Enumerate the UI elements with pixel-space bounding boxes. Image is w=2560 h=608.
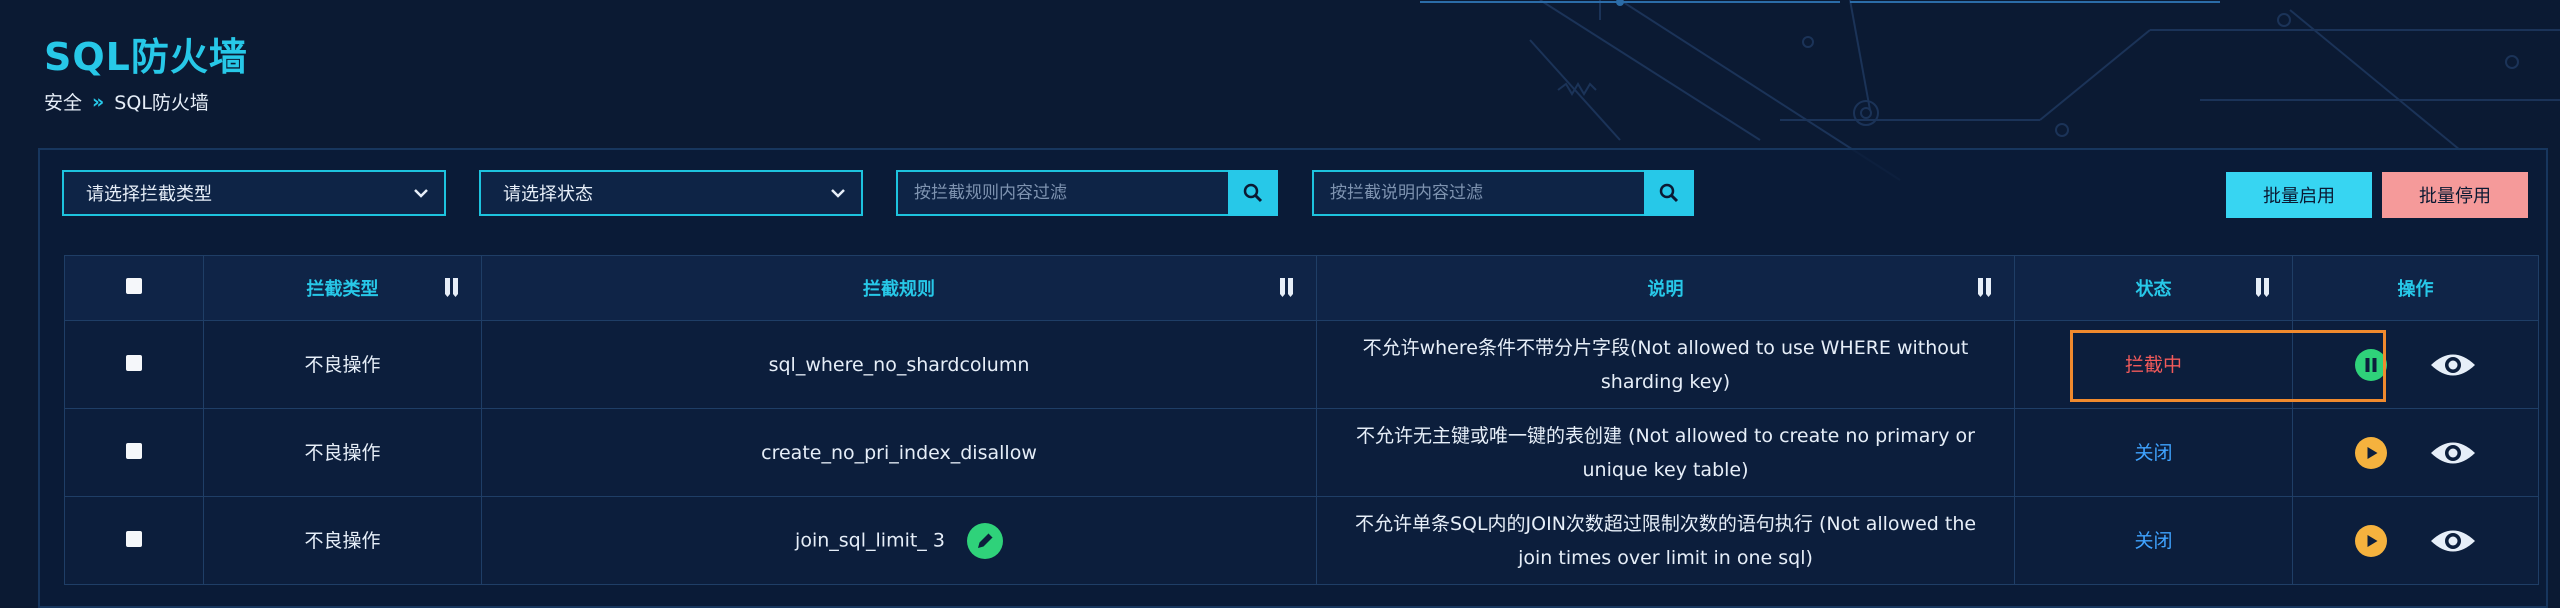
rule-text: sql_where_no_shardcolumn [768,353,1030,376]
desc-search-button[interactable] [1644,170,1694,216]
search-icon [1659,183,1679,203]
column-header-rule-label: 拦截规则 [863,279,935,300]
column-header-rule: 拦截规则 [481,255,1317,321]
page-title: SQL防火墙 [44,35,248,79]
column-header-status: 状态 [2014,255,2293,321]
play-icon[interactable] [2354,524,2387,557]
row-select-cell [64,320,204,409]
breadcrumb-parent[interactable]: 安全 [44,88,82,115]
batch-disable-button[interactable]: 批量停用 [2382,172,2528,218]
desc-search-field [1312,170,1650,216]
rule-search-button[interactable] [1228,170,1278,216]
eye-icon[interactable] [2429,438,2477,468]
rules-table: 拦截类型 拦截规则 说明 状态 操作 不良操作 sql_where_no_sha… [64,255,2539,585]
op-cell [2292,320,2539,409]
rule-cell: join_sql_limit_ 3 [481,496,1317,585]
eye-icon[interactable] [2429,350,2477,380]
sort-icon[interactable] [2254,276,2272,298]
edit-pencil-icon[interactable] [966,522,1003,559]
table-row: 不良操作 join_sql_limit_ 3 不允许单条SQL内的JOIN次数超… [64,496,2539,585]
type-cell: 不良操作 [203,496,482,585]
chevron-down-icon [829,182,847,209]
breadcrumb-separator: » [92,90,105,113]
type-select[interactable]: 请选择拦截类型 [62,170,446,216]
row-checkbox[interactable] [126,530,142,547]
column-header-op-label: 操作 [2397,279,2434,300]
sort-icon[interactable] [1278,276,1296,298]
column-header-op: 操作 [2292,255,2539,321]
eye-icon[interactable] [2429,526,2477,556]
table-row: 不良操作 sql_where_no_shardcolumn 不允许where条件… [64,320,2539,409]
desc-cell: 不允许where条件不带分片字段(Not allowed to use WHER… [1316,320,2015,409]
pause-icon[interactable] [2354,348,2387,381]
status-cell: 关闭 [2014,408,2293,497]
rule-text: join_sql_limit_ 3 [795,529,945,551]
row-checkbox[interactable] [126,442,142,459]
rule-cell: sql_where_no_shardcolumn [481,320,1317,409]
column-header-desc: 说明 [1316,255,2015,321]
rule-text: create_no_pri_index_disallow [761,441,1037,464]
column-header-type-label: 拦截类型 [306,279,379,300]
type-cell: 不良操作 [203,320,482,409]
type-select-value: 请选择拦截类型 [86,184,212,205]
rule-search-input[interactable] [898,172,1232,214]
column-header-desc-label: 说明 [1647,279,1684,300]
op-cell [2292,408,2539,497]
status-select-value: 请选择状态 [503,184,593,205]
desc-cell: 不允许单条SQL内的JOIN次数超过限制次数的语句执行 (Not allowed… [1316,496,2015,585]
rule-search-field [896,170,1234,216]
row-checkbox[interactable] [126,354,142,371]
status-cell: 关闭 [2014,496,2293,585]
breadcrumb: 安全 » SQL防火墙 [44,88,209,115]
table-header-row: 拦截类型 拦截规则 说明 状态 操作 [64,255,2539,321]
table-row: 不良操作 create_no_pri_index_disallow 不允许无主键… [64,408,2539,497]
sort-icon[interactable] [443,276,461,298]
column-header-type: 拦截类型 [203,255,482,321]
chevron-down-icon [412,182,430,209]
play-icon[interactable] [2354,436,2387,469]
status-cell: 拦截中 [2014,320,2293,409]
row-select-cell [64,408,204,497]
rule-cell: create_no_pri_index_disallow [481,408,1317,497]
batch-enable-button[interactable]: 批量启用 [2226,172,2372,218]
breadcrumb-current: SQL防火墙 [114,92,209,114]
status-select[interactable]: 请选择状态 [479,170,863,216]
type-cell: 不良操作 [203,408,482,497]
desc-search-input[interactable] [1314,172,1648,214]
select-all-cell [64,255,204,321]
desc-cell: 不允许无主键或唯一键的表创建 (Not allowed to create no… [1316,408,2015,497]
row-select-cell [64,496,204,585]
sort-icon[interactable] [1976,276,1994,298]
column-header-status-label: 状态 [2135,279,2172,300]
search-icon [1243,183,1263,203]
op-cell [2292,496,2539,585]
select-all-checkbox[interactable] [126,277,142,294]
